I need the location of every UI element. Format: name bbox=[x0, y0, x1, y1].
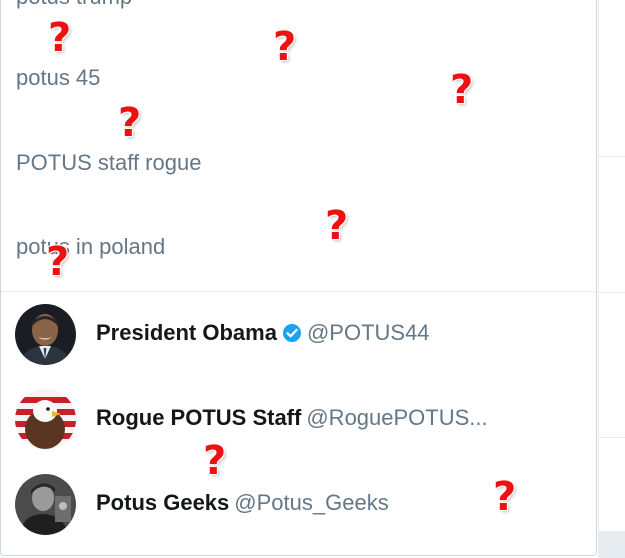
account-result-potus-geeks[interactable]: Potus Geeks @Potus_Geeks bbox=[1, 468, 596, 540]
account-text: Rogue POTUS Staff @RoguePOTUS... bbox=[96, 405, 488, 431]
background-strip bbox=[598, 531, 625, 558]
account-result-president-obama[interactable]: President Obama @POTUS44 bbox=[1, 298, 596, 370]
suggestion-item-potus-in-poland[interactable]: potus in poland bbox=[16, 234, 165, 260]
suggestion-item-partial[interactable]: potus trump bbox=[16, 0, 132, 10]
avatar bbox=[15, 304, 76, 365]
account-name: President Obama bbox=[96, 320, 277, 345]
avatar bbox=[15, 474, 76, 535]
search-suggestions-dropdown: potus trump potus 45 POTUS staff rogue p… bbox=[0, 0, 597, 556]
account-text: Potus Geeks @Potus_Geeks bbox=[96, 490, 389, 516]
account-handle: @Potus_Geeks bbox=[234, 490, 389, 515]
account-name: Potus Geeks bbox=[96, 490, 230, 515]
page: potus trump potus 45 POTUS staff rogue p… bbox=[0, 0, 625, 558]
suggestion-item-potus-45[interactable]: potus 45 bbox=[16, 65, 100, 91]
account-handle: @RoguePOTUS... bbox=[306, 405, 488, 430]
account-result-rogue-potus-staff[interactable]: Rogue POTUS Staff @RoguePOTUS... bbox=[1, 383, 596, 455]
verified-badge-icon bbox=[282, 323, 302, 343]
account-text: President Obama @POTUS44 bbox=[96, 320, 430, 346]
background-divider bbox=[598, 156, 625, 157]
suggestion-item-potus-staff-rogue[interactable]: POTUS staff rogue bbox=[16, 150, 201, 176]
account-handle: @POTUS44 bbox=[306, 320, 430, 345]
background-column bbox=[598, 0, 625, 558]
account-name: Rogue POTUS Staff bbox=[96, 405, 302, 430]
avatar bbox=[15, 389, 76, 450]
background-divider bbox=[598, 437, 625, 438]
background-divider bbox=[598, 292, 625, 293]
section-divider bbox=[1, 291, 596, 292]
